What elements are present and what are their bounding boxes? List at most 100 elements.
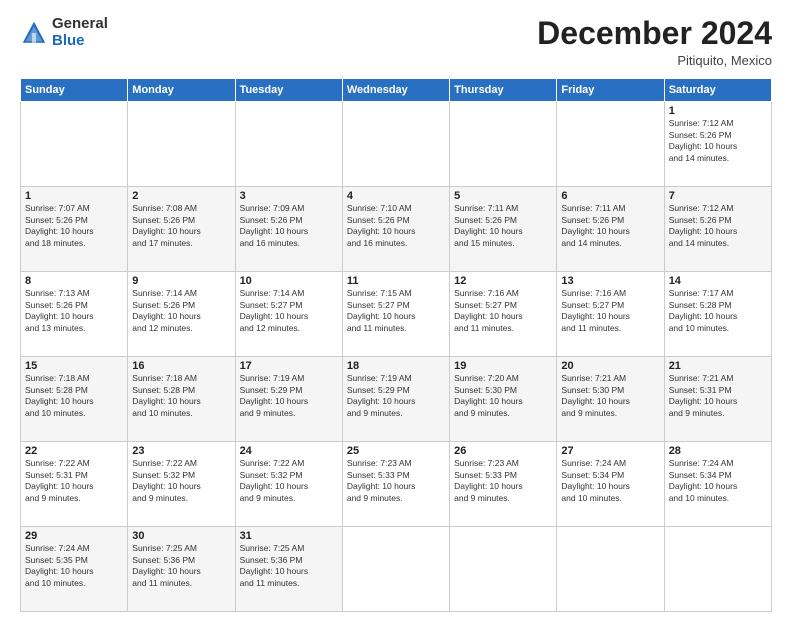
calendar-week-row: 15 Sunrise: 7:18 AM Sunset: 5:28 PM Dayl…	[21, 357, 772, 442]
day-number: 4	[347, 190, 445, 202]
day-info: Sunrise: 7:25 AM Sunset: 5:36 PM Dayligh…	[132, 543, 230, 589]
day-number: 25	[347, 445, 445, 457]
day-number: 1	[25, 190, 123, 202]
table-row: 9 Sunrise: 7:14 AM Sunset: 5:26 PM Dayli…	[128, 272, 235, 357]
day-info: Sunrise: 7:20 AM Sunset: 5:30 PM Dayligh…	[454, 373, 552, 419]
day-info: Sunrise: 7:18 AM Sunset: 5:28 PM Dayligh…	[25, 373, 123, 419]
day-number: 10	[240, 275, 338, 287]
day-number: 5	[454, 190, 552, 202]
day-info: Sunrise: 7:21 AM Sunset: 5:30 PM Dayligh…	[561, 373, 659, 419]
day-info: Sunrise: 7:22 AM Sunset: 5:31 PM Dayligh…	[25, 458, 123, 504]
day-number: 12	[454, 275, 552, 287]
day-info: Sunrise: 7:19 AM Sunset: 5:29 PM Dayligh…	[240, 373, 338, 419]
day-number: 19	[454, 360, 552, 372]
table-row: 4 Sunrise: 7:10 AM Sunset: 5:26 PM Dayli…	[342, 187, 449, 272]
table-row: 13 Sunrise: 7:16 AM Sunset: 5:27 PM Dayl…	[557, 272, 664, 357]
day-number: 28	[669, 445, 767, 457]
day-number: 31	[240, 530, 338, 542]
table-row: 1 Sunrise: 7:12 AM Sunset: 5:26 PM Dayli…	[664, 102, 771, 187]
day-info: Sunrise: 7:19 AM Sunset: 5:29 PM Dayligh…	[347, 373, 445, 419]
logo-general: General	[52, 15, 108, 32]
day-number: 27	[561, 445, 659, 457]
table-row: 3 Sunrise: 7:09 AM Sunset: 5:26 PM Dayli…	[235, 187, 342, 272]
day-info: Sunrise: 7:13 AM Sunset: 5:26 PM Dayligh…	[25, 288, 123, 334]
day-number: 1	[669, 105, 767, 117]
col-thursday: Thursday	[450, 79, 557, 102]
table-row: 2 Sunrise: 7:08 AM Sunset: 5:26 PM Dayli…	[128, 187, 235, 272]
day-number: 2	[132, 190, 230, 202]
month-title: December 2024	[537, 16, 772, 51]
day-number: 9	[132, 275, 230, 287]
day-info: Sunrise: 7:07 AM Sunset: 5:26 PM Dayligh…	[25, 203, 123, 249]
day-info: Sunrise: 7:16 AM Sunset: 5:27 PM Dayligh…	[561, 288, 659, 334]
day-number: 7	[669, 190, 767, 202]
col-sunday: Sunday	[21, 79, 128, 102]
day-info: Sunrise: 7:11 AM Sunset: 5:26 PM Dayligh…	[454, 203, 552, 249]
day-info: Sunrise: 7:21 AM Sunset: 5:31 PM Dayligh…	[669, 373, 767, 419]
day-info: Sunrise: 7:16 AM Sunset: 5:27 PM Dayligh…	[454, 288, 552, 334]
day-number: 21	[669, 360, 767, 372]
table-row	[21, 102, 128, 187]
day-number: 13	[561, 275, 659, 287]
table-row: 26 Sunrise: 7:23 AM Sunset: 5:33 PM Dayl…	[450, 442, 557, 527]
logo-text: General Blue	[52, 16, 108, 49]
day-number: 11	[347, 275, 445, 287]
title-block: December 2024 Pitiquito, Mexico	[537, 16, 772, 68]
calendar-table: Sunday Monday Tuesday Wednesday Thursday…	[20, 78, 772, 612]
day-number: 17	[240, 360, 338, 372]
table-row: 15 Sunrise: 7:18 AM Sunset: 5:28 PM Dayl…	[21, 357, 128, 442]
table-row: 18 Sunrise: 7:19 AM Sunset: 5:29 PM Dayl…	[342, 357, 449, 442]
day-number: 18	[347, 360, 445, 372]
table-row: 10 Sunrise: 7:14 AM Sunset: 5:27 PM Dayl…	[235, 272, 342, 357]
logo-icon	[20, 19, 48, 47]
table-row: 19 Sunrise: 7:20 AM Sunset: 5:30 PM Dayl…	[450, 357, 557, 442]
location: Pitiquito, Mexico	[537, 53, 772, 68]
day-info: Sunrise: 7:08 AM Sunset: 5:26 PM Dayligh…	[132, 203, 230, 249]
logo: General Blue	[20, 16, 108, 49]
col-friday: Friday	[557, 79, 664, 102]
day-number: 26	[454, 445, 552, 457]
day-info: Sunrise: 7:12 AM Sunset: 5:26 PM Dayligh…	[669, 203, 767, 249]
day-number: 14	[669, 275, 767, 287]
table-row	[450, 527, 557, 612]
table-row: 16 Sunrise: 7:18 AM Sunset: 5:28 PM Dayl…	[128, 357, 235, 442]
table-row: 21 Sunrise: 7:21 AM Sunset: 5:31 PM Dayl…	[664, 357, 771, 442]
day-info: Sunrise: 7:24 AM Sunset: 5:35 PM Dayligh…	[25, 543, 123, 589]
table-row: 12 Sunrise: 7:16 AM Sunset: 5:27 PM Dayl…	[450, 272, 557, 357]
calendar-week-row: 29 Sunrise: 7:24 AM Sunset: 5:35 PM Dayl…	[21, 527, 772, 612]
table-row: 1 Sunrise: 7:07 AM Sunset: 5:26 PM Dayli…	[21, 187, 128, 272]
calendar-header-row: Sunday Monday Tuesday Wednesday Thursday…	[21, 79, 772, 102]
day-number: 15	[25, 360, 123, 372]
table-row: 7 Sunrise: 7:12 AM Sunset: 5:26 PM Dayli…	[664, 187, 771, 272]
table-row: 5 Sunrise: 7:11 AM Sunset: 5:26 PM Dayli…	[450, 187, 557, 272]
day-info: Sunrise: 7:09 AM Sunset: 5:26 PM Dayligh…	[240, 203, 338, 249]
col-monday: Monday	[128, 79, 235, 102]
table-row: 31 Sunrise: 7:25 AM Sunset: 5:36 PM Dayl…	[235, 527, 342, 612]
calendar-week-row: 8 Sunrise: 7:13 AM Sunset: 5:26 PM Dayli…	[21, 272, 772, 357]
table-row: 27 Sunrise: 7:24 AM Sunset: 5:34 PM Dayl…	[557, 442, 664, 527]
table-row: 30 Sunrise: 7:25 AM Sunset: 5:36 PM Dayl…	[128, 527, 235, 612]
day-number: 20	[561, 360, 659, 372]
table-row: 23 Sunrise: 7:22 AM Sunset: 5:32 PM Dayl…	[128, 442, 235, 527]
day-number: 16	[132, 360, 230, 372]
table-row: 17 Sunrise: 7:19 AM Sunset: 5:29 PM Dayl…	[235, 357, 342, 442]
day-info: Sunrise: 7:25 AM Sunset: 5:36 PM Dayligh…	[240, 543, 338, 589]
table-row: 8 Sunrise: 7:13 AM Sunset: 5:26 PM Dayli…	[21, 272, 128, 357]
day-info: Sunrise: 7:17 AM Sunset: 5:28 PM Dayligh…	[669, 288, 767, 334]
table-row	[342, 102, 449, 187]
day-info: Sunrise: 7:15 AM Sunset: 5:27 PM Dayligh…	[347, 288, 445, 334]
day-info: Sunrise: 7:18 AM Sunset: 5:28 PM Dayligh…	[132, 373, 230, 419]
calendar-week-row: 1 Sunrise: 7:12 AM Sunset: 5:26 PM Dayli…	[21, 102, 772, 187]
day-number: 6	[561, 190, 659, 202]
table-row: 22 Sunrise: 7:22 AM Sunset: 5:31 PM Dayl…	[21, 442, 128, 527]
col-wednesday: Wednesday	[342, 79, 449, 102]
day-number: 8	[25, 275, 123, 287]
day-number: 29	[25, 530, 123, 542]
header: General Blue December 2024 Pitiquito, Me…	[20, 16, 772, 68]
day-number: 3	[240, 190, 338, 202]
table-row: 20 Sunrise: 7:21 AM Sunset: 5:30 PM Dayl…	[557, 357, 664, 442]
day-info: Sunrise: 7:23 AM Sunset: 5:33 PM Dayligh…	[347, 458, 445, 504]
table-row: 25 Sunrise: 7:23 AM Sunset: 5:33 PM Dayl…	[342, 442, 449, 527]
calendar-week-row: 22 Sunrise: 7:22 AM Sunset: 5:31 PM Dayl…	[21, 442, 772, 527]
table-row: 28 Sunrise: 7:24 AM Sunset: 5:34 PM Dayl…	[664, 442, 771, 527]
